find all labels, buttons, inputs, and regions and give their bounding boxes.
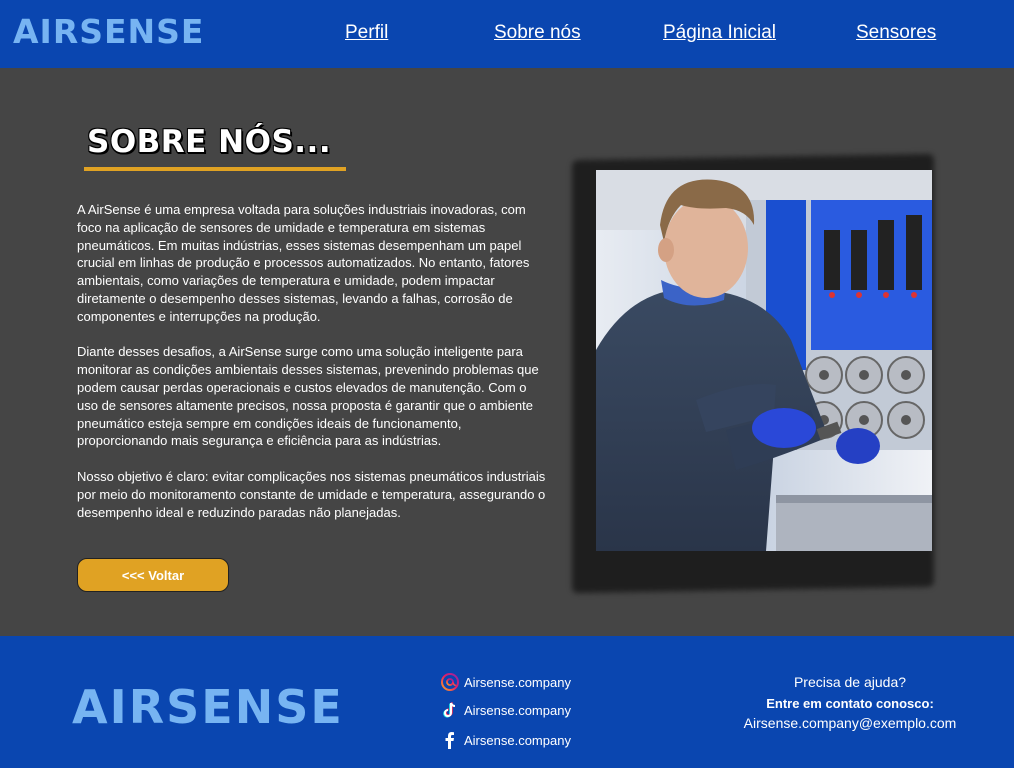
social-label-tiktok: Airsense.company	[464, 702, 571, 718]
nav-link-pagina-inicial[interactable]: Página Inicial	[663, 22, 776, 44]
about-paragraph-2: Diante desses desafios, a AirSense surge…	[77, 344, 539, 449]
tiktok-icon	[441, 701, 459, 719]
help-title: Precisa de ajuda?	[793, 674, 907, 690]
page-title: SOBRE NÓS...	[87, 124, 332, 160]
social-link-tiktok[interactable]: Airsense.company	[441, 701, 571, 719]
about-paragraph-1: A AirSense é uma empresa voltada para so…	[77, 202, 530, 324]
about-text: A AirSense é uma empresa voltada para so…	[77, 201, 549, 539]
worker-photo-illustration	[596, 170, 932, 551]
social-label-facebook: Airsense.company	[464, 732, 571, 748]
header-logo[interactable]: AIRSENSE	[13, 12, 204, 51]
site-footer: AIRSENSE Airsense.company Airsense.compa…	[0, 636, 1014, 768]
contact-email[interactable]: Airsense.company@exemplo.com	[730, 715, 970, 731]
about-paragraph-3: Nosso objetivo é claro: evitar complicaç…	[77, 468, 546, 520]
site-header: AIRSENSE Perfil Sobre nós Página Inicial…	[0, 0, 1014, 68]
nav-link-sobre-nos[interactable]: Sobre nós	[494, 22, 581, 44]
nav-link-sensores[interactable]: Sensores	[856, 22, 936, 44]
back-button[interactable]: <<< Voltar	[77, 558, 229, 592]
social-link-threads[interactable]: Airsense.company	[441, 673, 571, 691]
contact-label: Entre em contato conosco:	[766, 696, 934, 711]
threads-icon	[441, 673, 459, 691]
title-underline	[84, 167, 346, 171]
social-label-threads: Airsense.company	[464, 674, 571, 690]
social-link-facebook[interactable]: Airsense.company	[441, 731, 571, 749]
footer-logo[interactable]: AIRSENSE	[72, 680, 344, 734]
worker-photo	[596, 170, 932, 551]
nav-link-perfil[interactable]: Perfil	[345, 22, 388, 44]
facebook-icon	[441, 731, 459, 749]
